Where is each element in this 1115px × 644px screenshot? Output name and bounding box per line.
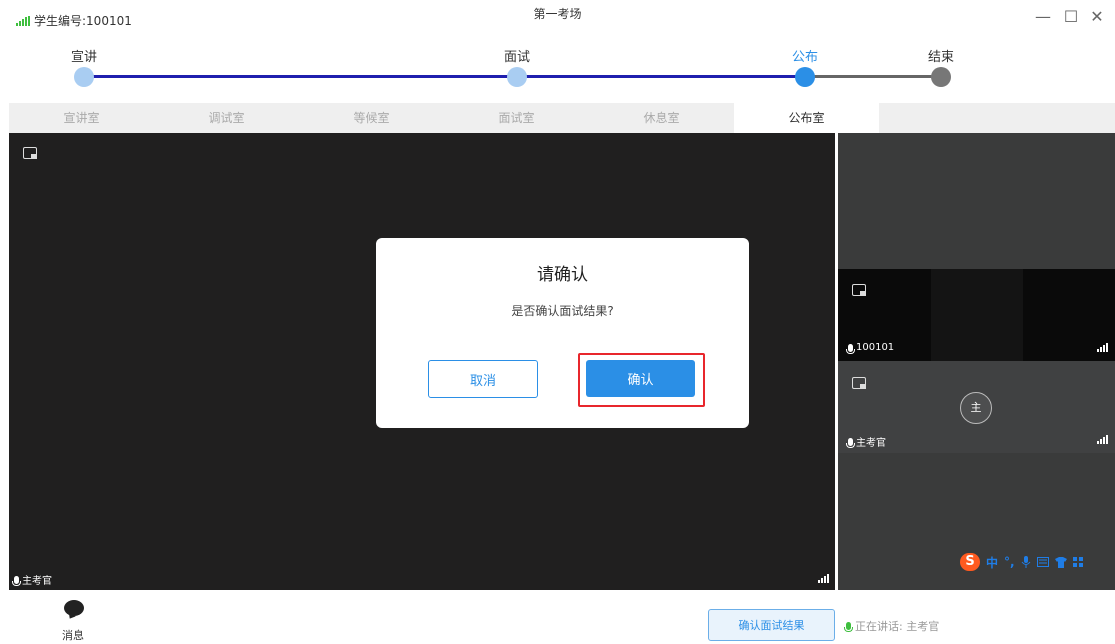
mic-icon[interactable] xyxy=(1021,556,1031,568)
side-speaker-label: 100101 xyxy=(846,342,895,354)
mic-icon xyxy=(844,622,853,632)
stage-dot-mianshi xyxy=(507,67,527,87)
stage-label-mianshi: 面试 xyxy=(503,50,531,65)
signal-icon xyxy=(818,574,829,583)
chat-bubble-icon[interactable] xyxy=(64,600,84,616)
stage-dot-gongbu xyxy=(795,67,815,87)
minimize-button[interactable]: — xyxy=(1034,8,1052,26)
ime-logo-icon[interactable]: S xyxy=(960,553,980,571)
video-frame xyxy=(931,269,1023,361)
keyboard-icon[interactable] xyxy=(1036,557,1049,567)
main-speaker-name: 主考官 xyxy=(22,576,52,587)
room-tabs: 宣讲室 调试室 等候室 面试室 休息室 公布室 xyxy=(9,103,1115,133)
ime-lang-toggle[interactable]: 中 xyxy=(986,554,998,571)
progress-line-pending xyxy=(805,75,941,78)
title-bar: 学生编号:100101 第一考场 — ☐ ✕ xyxy=(0,0,1115,38)
signal-icon xyxy=(1097,435,1108,444)
speaking-text: 正在讲话: 主考官 xyxy=(855,620,940,633)
tab-mianshi-room[interactable]: 面试室 xyxy=(444,103,589,133)
shirt-icon[interactable] xyxy=(1054,556,1067,568)
stage-label-gongbu: 公布 xyxy=(791,50,819,65)
avatar: 主 xyxy=(960,392,992,424)
side-speaker-label: 主考官 xyxy=(846,434,886,449)
confirm-dialog: 请确认 是否确认面试结果? 取消 确认 xyxy=(376,238,749,428)
stage-dot-jieshu xyxy=(931,67,951,87)
window-title: 第一考场 xyxy=(533,7,582,21)
cancel-button[interactable]: 取消 xyxy=(428,360,538,398)
side-speaker-name: 100101 xyxy=(856,342,895,353)
stage-dot-xuanjiang xyxy=(74,67,94,87)
switch-view-icon[interactable] xyxy=(852,377,866,389)
confirm-button[interactable]: 确认 xyxy=(586,360,695,397)
stage-label-jieshu: 结束 xyxy=(927,50,955,65)
messages-label[interactable]: 消息 xyxy=(62,627,84,643)
progress-line-done xyxy=(84,75,805,78)
tab-xuanjiang-room[interactable]: 宣讲室 xyxy=(9,103,154,133)
ime-toolbar[interactable]: S 中 °, xyxy=(960,553,1084,571)
main-speaker-label: 主考官 xyxy=(12,572,52,587)
switch-view-icon[interactable] xyxy=(852,284,866,296)
mic-icon xyxy=(12,575,21,586)
side-speaker-name: 主考官 xyxy=(856,438,886,449)
mic-icon xyxy=(846,343,855,354)
tab-gongbu-room[interactable]: 公布室 xyxy=(734,103,879,133)
speaking-status: 正在讲话: 主考官 xyxy=(844,618,940,634)
tab-denghou-room[interactable]: 等候室 xyxy=(299,103,444,133)
signal-icon xyxy=(1097,343,1108,352)
side-video-student: 100101 xyxy=(838,269,1115,361)
ime-punct-toggle[interactable]: °, xyxy=(1004,555,1015,569)
tab-xiuxi-room[interactable]: 休息室 xyxy=(589,103,734,133)
grid-icon[interactable] xyxy=(1072,556,1084,568)
close-button[interactable]: ✕ xyxy=(1088,8,1106,26)
side-video-empty xyxy=(838,133,1115,269)
tab-tiaoshi-room[interactable]: 调试室 xyxy=(154,103,299,133)
dialog-title: 请确认 xyxy=(537,265,588,285)
mic-icon xyxy=(846,437,855,448)
maximize-button[interactable]: ☐ xyxy=(1062,8,1080,26)
side-video-examiner: 主 主考官 xyxy=(838,361,1115,453)
switch-view-icon[interactable] xyxy=(23,147,37,159)
dialog-message: 是否确认面试结果? xyxy=(511,304,614,318)
confirm-result-button[interactable]: 确认面试结果 xyxy=(708,609,835,641)
stage-label-xuanjiang: 宣讲 xyxy=(70,50,98,65)
